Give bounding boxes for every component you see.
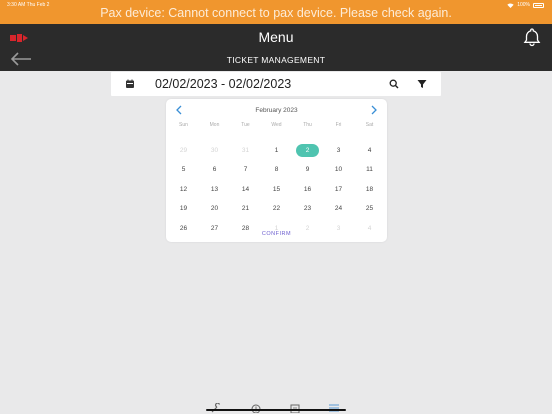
calendar-day-label: 12 [179, 185, 188, 193]
calendar-day[interactable]: 18 [354, 180, 385, 200]
calendar-day-label: 29 [179, 146, 188, 154]
alert-text: Pax device: Cannot connect to pax device… [100, 6, 452, 20]
page-title: Menu [258, 29, 294, 45]
calendar-day[interactable]: 12 [168, 180, 199, 200]
calendar-day[interactable]: 3 [323, 141, 354, 161]
weekday-label: Wed [271, 122, 282, 128]
calendar-day[interactable]: 19 [168, 199, 199, 219]
filter-icon[interactable] [417, 79, 427, 89]
calendar-day-label: 14 [241, 185, 250, 193]
calendar-day[interactable]: 20 [199, 199, 230, 219]
date-range-value[interactable]: 02/02/2023 - 02/02/2023 [155, 77, 291, 91]
calendar-day-label: 1 [274, 146, 279, 154]
calendar-day[interactable]: 9 [292, 160, 323, 180]
calendar-day[interactable]: 14 [230, 180, 261, 200]
calendar-grid: Sun Mon Tue Wed Thu Fri Sat 29 30 31 1 2 3 4 5 6 7 8 9 10 11… [168, 121, 385, 238]
calendar-day-label: 3 [336, 146, 341, 154]
calendar-day[interactable]: 21 [230, 199, 261, 219]
calendar-day[interactable]: 15 [261, 180, 292, 200]
calendar-day[interactable]: 30 [199, 141, 230, 161]
calendar-day[interactable]: 1 [261, 141, 292, 161]
calendar-day-label: 20 [210, 205, 219, 212]
calendar-day-label: 8 [274, 166, 279, 173]
calendar-day-label: 19 [179, 205, 188, 212]
page-subtitle: TICKET MANAGEMENT [226, 55, 326, 65]
calendar-icon[interactable] [125, 79, 135, 89]
calendar-day[interactable]: 22 [261, 199, 292, 219]
calendar-day[interactable]: 10 [323, 160, 354, 180]
calendar-day[interactable]: 17 [323, 180, 354, 200]
calendar-day[interactable]: 16 [292, 180, 323, 200]
weekday-label: Sat [365, 122, 374, 128]
calendar-day[interactable]: 25 [354, 199, 385, 219]
weekday-label: Thu [303, 122, 312, 128]
calendar-day-label: 17 [334, 185, 343, 193]
confirm-button[interactable]: CONFIRM [166, 231, 387, 237]
bell-icon[interactable] [522, 27, 542, 47]
tab-bar [0, 400, 552, 414]
calendar-day-label: 18 [365, 185, 374, 193]
calendar-day-label: 22 [272, 205, 281, 212]
calendar-day-label: 30 [210, 146, 219, 154]
calendar-day-label: 2 [296, 143, 319, 157]
calendar-day[interactable]: 31 [230, 141, 261, 161]
calendar-day[interactable]: 24 [323, 199, 354, 219]
calendar-day-label: 21 [241, 205, 250, 212]
calendar-day[interactable]: 29 [168, 141, 199, 161]
weekday-label: Fri [335, 122, 342, 128]
calendar-day[interactable]: 7 [230, 160, 261, 180]
calendar-month-label: February 2023 [255, 107, 298, 114]
weekday-label: Tue [241, 122, 250, 128]
calendar-day-label: 13 [210, 185, 219, 193]
calendar-day-label: 10 [334, 166, 343, 173]
calendar-day[interactable]: 13 [199, 180, 230, 200]
alert-banner: 3:30 AM Thu Feb 2 100% Pax device: Canno… [0, 0, 552, 24]
calendar-day-label: 7 [243, 166, 248, 173]
header: Menu TICKET MANAGEMENT [0, 24, 552, 71]
calendar-day-label: 25 [365, 205, 374, 212]
calendar-day-label: 15 [272, 185, 281, 193]
calendar-day[interactable]: 23 [292, 199, 323, 219]
weekday-label: Mon [209, 122, 220, 128]
calendar-day-label: 4 [367, 146, 372, 154]
home-indicator [206, 408, 346, 411]
date-picker: February 2023 Sun Mon Tue Wed Thu Fri Sat 29 30 3… [166, 99, 387, 242]
calendar-day-selected[interactable]: 2 [292, 141, 323, 161]
weekday-label: Sun [179, 122, 188, 128]
calendar-day-label: 5 [181, 166, 186, 173]
calendar-day[interactable]: 5 [168, 160, 199, 180]
calendar-day[interactable]: 8 [261, 160, 292, 180]
date-filter-bar[interactable]: 02/02/2023 - 02/02/2023 [111, 72, 441, 96]
calendar-day-label: 31 [241, 146, 250, 154]
chevron-right-icon[interactable] [370, 105, 378, 115]
calendar-day-label: 11 [366, 166, 373, 173]
calendar-day[interactable]: 4 [354, 141, 385, 161]
calendar-day-label: 16 [303, 185, 312, 193]
calendar-day-label: 23 [303, 205, 312, 212]
calendar-day[interactable]: 11 [354, 160, 385, 180]
calendar-day-label: 9 [305, 166, 310, 173]
calendar-day[interactable]: 6 [199, 160, 230, 180]
calendar-day-label: 24 [334, 205, 343, 212]
search-icon[interactable] [389, 79, 399, 89]
calendar-day-label: 6 [212, 166, 217, 173]
